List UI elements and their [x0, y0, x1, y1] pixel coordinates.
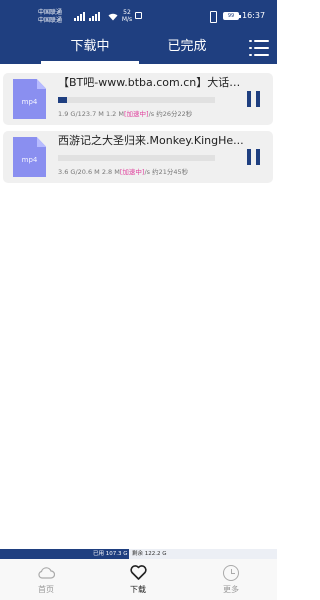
storage-bar: 已用 107.3 G 剩余 122.2 G [0, 549, 277, 559]
network-speed: 52 M/s [121, 9, 133, 23]
nav-label-home: 首页 [38, 585, 54, 594]
active-tab-indicator [41, 61, 139, 64]
speed-suffix: /s [144, 168, 151, 176]
app-header: 中国联通 中国联通 52 M/s 99 16:37 下载中 已完成 [0, 0, 277, 64]
download-title: 西游记之大圣归来.Monkey.KingHe... [58, 134, 244, 147]
cloud-icon [38, 565, 56, 580]
clock-icon [223, 565, 239, 581]
accel-label: [加速中] [119, 168, 145, 176]
size-info: 3.6 G/20.6 M 2.8 M [58, 168, 120, 176]
nav-more[interactable]: 更多 [201, 565, 261, 597]
nav-home[interactable]: 首页 [16, 565, 76, 597]
notification-icon [135, 12, 142, 19]
bottom-nav: 首页 下载 更多 [0, 559, 277, 600]
download-title: 【BT吧-www.btba.com.cn】大话西... [58, 76, 246, 89]
download-meta: 1.9 G/123.7 M 1.2 M[加速中]/s 约26分22秒 [58, 110, 270, 118]
network-speed-unit: M/s [121, 16, 133, 23]
download-meta: 3.6 G/20.6 M 2.8 M[加速中]/s 约21分45秒 [58, 168, 270, 176]
vibrate-icon [208, 11, 217, 23]
wifi-icon [108, 12, 118, 24]
download-item[interactable]: mp4 西游记之大圣归来.Monkey.KingHe... 3.6 G/20.6… [3, 131, 273, 183]
heart-icon [130, 565, 147, 580]
pause-icon[interactable] [246, 149, 262, 165]
tab-completed[interactable]: 已完成 [147, 38, 227, 56]
download-item[interactable]: mp4 【BT吧-www.btba.com.cn】大话西... 1.9 G/12… [3, 73, 273, 125]
accel-label: [加速中] [124, 110, 149, 118]
carrier-2: 中国联通 [38, 17, 63, 24]
nav-download[interactable]: 下载 [108, 565, 168, 597]
video-file-icon: mp4 [13, 137, 46, 177]
nav-label-more: 更多 [223, 585, 239, 594]
eta: 约21分45秒 [152, 168, 189, 176]
eta: 约26分22秒 [156, 110, 193, 118]
file-extension: mp4 [21, 98, 38, 106]
battery-icon: 99 [223, 12, 241, 20]
status-bar: 中国联通 中国联通 52 M/s 99 16:37 [0, 0, 277, 30]
hamburger-menu-icon[interactable] [249, 38, 269, 58]
progress-fill [58, 97, 68, 103]
pause-icon[interactable] [246, 91, 262, 107]
storage-used-label: 已用 107.3 G [93, 551, 128, 557]
status-time: 16:37 [242, 11, 266, 20]
carrier-1: 中国联通 [38, 9, 63, 16]
speed-suffix: /s [148, 110, 155, 118]
carrier-info: 中国联通 中国联通 [38, 9, 68, 25]
network-speed-value: 52 [123, 9, 131, 16]
progress-bar [58, 97, 215, 103]
size-info: 1.9 G/123.7 M 1.2 M [58, 110, 124, 118]
nav-label-download: 下载 [130, 585, 146, 594]
tab-downloading[interactable]: 下载中 [50, 38, 130, 56]
video-file-icon: mp4 [13, 79, 46, 119]
progress-bar [58, 155, 215, 161]
file-extension: mp4 [21, 156, 38, 164]
storage-free-label: 剩余 122.2 G [132, 551, 167, 557]
